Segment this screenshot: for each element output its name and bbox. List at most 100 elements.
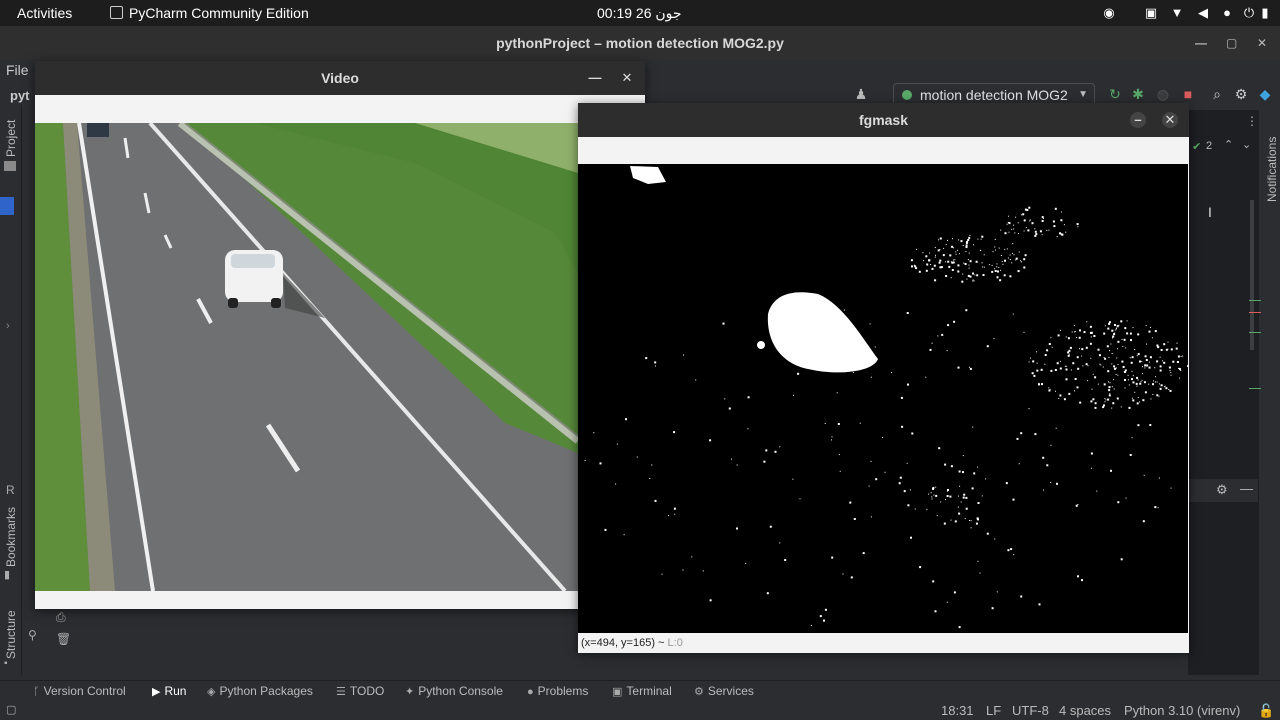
tab-project[interactable]: Project [4, 120, 18, 157]
close-icon[interactable]: ✕ [1162, 112, 1178, 128]
file-encoding[interactable]: UTF-8 [1012, 703, 1049, 718]
search-icon[interactable]: ⌕ [1209, 86, 1225, 102]
tool-problems[interactable]: ● Problems [527, 684, 588, 698]
video-frame[interactable] [35, 123, 578, 591]
mask-noise-pixel [1108, 321, 1111, 324]
mask-noise-pixel [1050, 337, 1052, 339]
minimize-icon[interactable]: — [587, 70, 603, 86]
plugins-icon[interactable]: ◆ [1257, 86, 1273, 102]
mask-noise-pixel [1018, 270, 1020, 272]
run-settings-gear-icon[interactable]: ⚙ [1216, 482, 1228, 498]
more-options-icon[interactable]: ⋮ [1246, 114, 1258, 128]
mask-noise-pixel [1142, 520, 1145, 523]
mask-noise-pixel [1077, 367, 1080, 370]
wifi-icon[interactable]: ▼ [1168, 4, 1186, 22]
text-cursor-icon: I [1208, 204, 1212, 220]
mask-noise-pixel [1020, 595, 1023, 598]
mask-noise-pixel [1113, 365, 1116, 368]
mask-noise-pixel [939, 266, 942, 269]
mask-noise-pixel [906, 312, 909, 314]
coverage-icon[interactable]: ◍ [1155, 86, 1171, 102]
gear-icon[interactable]: ⚙ [1233, 86, 1249, 102]
mask-noise-pixel [1113, 388, 1115, 390]
mask-noise-pixel [1081, 579, 1083, 582]
app-menu[interactable]: PyCharm Community Edition [110, 5, 309, 21]
mask-noise-pixel [645, 357, 648, 360]
indent-setting[interactable]: 4 spaces [1059, 703, 1111, 718]
chevron-down-icon[interactable]: ⌄ [1242, 138, 1251, 151]
mask-noise-pixel [655, 365, 656, 367]
tool-window-bar: ᚴ Version Control ▶ Run ◈ Python Packages ☰… [0, 680, 1280, 702]
level-readout: L:0 [667, 637, 683, 649]
user-icon[interactable]: ♟ [853, 86, 869, 102]
trash-icon[interactable]: 🗑 [56, 632, 71, 646]
tab-notifications[interactable]: Notifications [1265, 137, 1279, 202]
mask-noise-pixel [1023, 258, 1026, 261]
mask-noise-pixel [1148, 330, 1151, 333]
mask-noise-pixel [1177, 355, 1180, 358]
mask-noise-pixel [1102, 366, 1104, 368]
tab-bookmarks[interactable]: Bookmarks [4, 507, 18, 567]
mask-noise-pixel [842, 573, 844, 575]
activities-button[interactable]: Activities [17, 5, 72, 21]
editor-area[interactable]: ✔ 2 ⌃ ⌄ I ⋮ [1188, 110, 1258, 675]
inspection-count[interactable]: 2 [1206, 140, 1212, 152]
mask-noise-pixel [957, 264, 960, 267]
pin-icon[interactable]: ⚲ [28, 628, 37, 642]
expand-arrow-icon[interactable]: › [6, 320, 10, 332]
battery-icon[interactable]: ▮ [1256, 4, 1274, 22]
mask-noise-pixel [1085, 363, 1088, 366]
mask-noise-pixel [1125, 347, 1127, 349]
volume-icon[interactable]: ◀ [1194, 4, 1212, 22]
caret-position[interactable]: 18:31 [941, 703, 974, 718]
mask-noise-pixel [1150, 326, 1151, 328]
mask-noise-pixel [1117, 348, 1118, 350]
ide-close-button[interactable]: ✕ [1257, 26, 1267, 60]
mask-noise-pixel [1120, 321, 1122, 323]
minimize-icon[interactable]: – [1130, 112, 1146, 128]
chevron-up-icon[interactable]: ⌃ [1224, 138, 1233, 151]
lock-icon[interactable]: 🔓 [1258, 703, 1274, 719]
mask-noise-pixel [1149, 356, 1152, 359]
tool-version-control[interactable]: ᚴ Version Control [33, 684, 126, 698]
close-icon[interactable]: ✕ [619, 70, 635, 86]
foreground-mask-image[interactable] [578, 164, 1188, 633]
mask-noise-pixel [986, 345, 989, 348]
mask-noise-pixel [1065, 365, 1067, 367]
interpreter-selector[interactable]: Python 3.10 (virenv) [1124, 703, 1240, 718]
tab-structure[interactable]: Structure [4, 610, 18, 659]
tool-python-packages[interactable]: ◈ Python Packages [207, 684, 313, 698]
screencast-icon[interactable]: ▣ [1142, 4, 1160, 22]
debug-icon[interactable]: ✱ [1130, 86, 1146, 102]
mask-noise-pixel [969, 260, 972, 263]
mask-noise-pixel [1076, 223, 1079, 226]
tool-terminal[interactable]: ▣ Terminal [612, 684, 672, 698]
mask-noise-pixel [1013, 224, 1015, 226]
video-window[interactable]: Video — ✕ [35, 61, 645, 609]
tool-python-console[interactable]: ✦ Python Console [405, 684, 503, 698]
ide-minimize-button[interactable]: — [1195, 26, 1207, 60]
hide-panel-icon[interactable]: — [1240, 481, 1253, 496]
chrome-tray-icon[interactable]: ◉ [1100, 4, 1118, 22]
tool-services[interactable]: ⚙ Services [694, 684, 754, 698]
print-icon[interactable]: ⎙ [56, 610, 66, 625]
mask-noise-pixel [1055, 427, 1057, 429]
project-name-fragment[interactable]: pyt [10, 88, 30, 103]
line-ending[interactable]: LF [986, 703, 1001, 718]
tool-todo[interactable]: ☰ TODO [336, 684, 384, 698]
menu-file[interactable]: File [6, 62, 29, 78]
mask-noise-pixel [1158, 395, 1160, 397]
tool-windows-toggle-icon[interactable]: ▢ [6, 703, 16, 716]
ide-maximize-button[interactable]: ▢ [1226, 26, 1237, 60]
tool-label: TODO [349, 684, 385, 698]
fgmask-window[interactable]: fgmask – ✕ (x=494, y=165) ~ L:0 [578, 103, 1189, 653]
rerun-icon[interactable]: ↻ [1107, 86, 1123, 102]
editor-scrollbar[interactable] [1250, 200, 1254, 350]
tool-run[interactable]: ▶ Run [152, 684, 186, 698]
fgmask-title-bar[interactable]: fgmask – ✕ [578, 103, 1189, 137]
mask-noise-pixel [965, 496, 968, 499]
clock[interactable]: 00:19 26 جون [597, 5, 682, 22]
video-title-bar[interactable]: Video — ✕ [35, 61, 645, 95]
microphone-icon[interactable]: ● [1218, 4, 1236, 22]
stop-icon[interactable]: ■ [1180, 86, 1196, 102]
